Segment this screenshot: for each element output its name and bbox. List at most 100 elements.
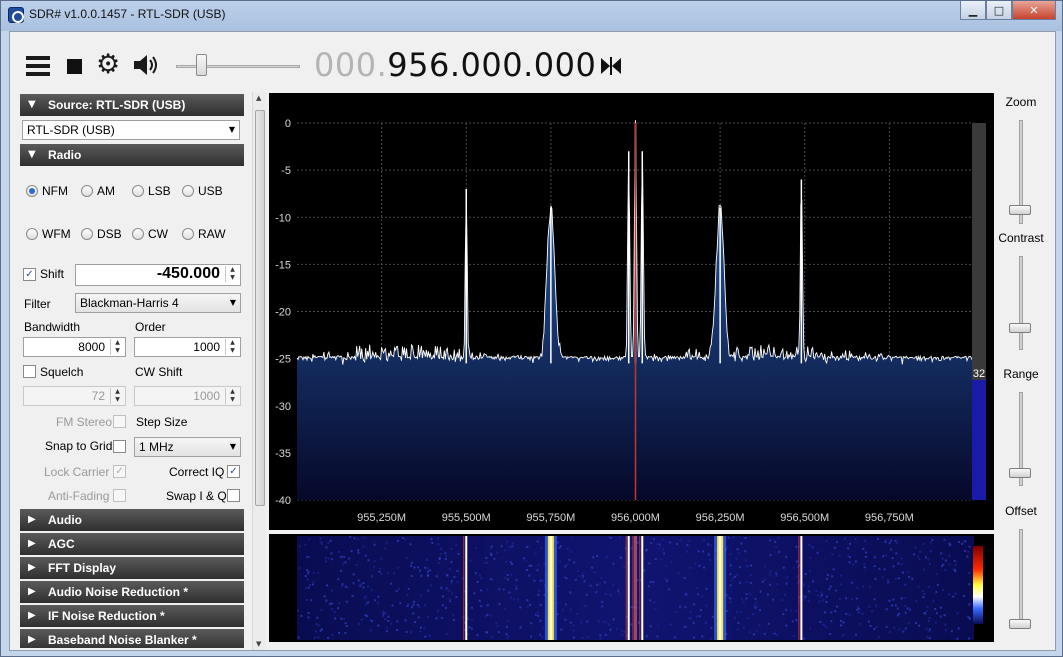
section-header-agc[interactable]: ▶ AGC — [20, 533, 244, 555]
contrast-slider-track[interactable] — [1019, 256, 1023, 350]
bandwidth-input[interactable]: 8000 ▲ ▼ — [23, 337, 126, 357]
mode-radio-raw[interactable] — [182, 228, 194, 240]
correct-iq-checkbox[interactable]: ✓ — [227, 465, 240, 478]
radio-section-header[interactable]: ▼ Radio — [20, 144, 244, 166]
waterfall-noise-pixel — [923, 568, 926, 571]
section-header-audio-noise-reduction[interactable]: ▶ Audio Noise Reduction * — [20, 581, 244, 603]
volume-slider-track[interactable] — [176, 65, 300, 68]
maximize-button[interactable]: □ — [986, 1, 1012, 20]
snap-to-grid-checkbox[interactable] — [113, 440, 126, 453]
waterfall-noise-pixel — [774, 545, 777, 548]
cw-shift-input[interactable]: 1000 ▲ ▼ — [134, 386, 241, 406]
stop-icon[interactable] — [67, 59, 82, 74]
mode-radio-am[interactable] — [81, 185, 93, 197]
frequency-display[interactable]: 000.956.000.000 — [314, 46, 596, 84]
waterfall-noise-pixel — [931, 538, 934, 541]
squelch-checkbox[interactable] — [23, 365, 36, 378]
waterfall-noise-pixel — [873, 598, 876, 601]
filter-select[interactable]: Blackman-Harris 4 ▼ — [75, 293, 241, 313]
anti-fading-checkbox[interactable] — [113, 489, 126, 502]
waterfall-noise-pixel — [538, 590, 541, 593]
panel-scrollbar[interactable]: ▲ ▼ — [252, 92, 266, 650]
scroll-down-arrow-icon[interactable]: ▼ — [256, 640, 261, 648]
waterfall-noise-pixel — [478, 574, 481, 577]
waterfall-noise-pixel — [884, 540, 887, 543]
waterfall-signal-center — [719, 536, 722, 640]
waterfall-noise-pixel — [318, 624, 321, 627]
scrollbar-thumb[interactable] — [255, 110, 265, 506]
spinner-arrows-icon[interactable]: ▲ ▼ — [110, 339, 124, 355]
mode-radio-lsb[interactable] — [132, 185, 144, 197]
frequency-main-digits[interactable]: 956.000.000 — [387, 46, 596, 84]
menu-icon[interactable] — [26, 56, 50, 76]
mode-radio-nfm[interactable] — [26, 185, 38, 197]
step-size-select[interactable]: 1 MHz ▼ — [134, 437, 241, 457]
waterfall-noise-pixel — [373, 599, 376, 602]
spinner-arrows-icon[interactable]: ▲ ▼ — [225, 388, 239, 404]
section-header-if-noise-reduction[interactable]: ▶ IF Noise Reduction * — [20, 605, 244, 627]
contrast-slider-thumb[interactable] — [1009, 323, 1031, 334]
offset-slider-track[interactable] — [1019, 529, 1023, 629]
waterfall-noise-pixel — [502, 588, 505, 591]
mode-radio-usb[interactable] — [182, 185, 194, 197]
section-header-baseband-noise-blanker[interactable]: ▶ Baseband Noise Blanker * — [20, 629, 244, 648]
waterfall-noise-pixel — [413, 600, 416, 603]
mode-radio-cw[interactable] — [132, 228, 144, 240]
frequency-dim-digits[interactable]: 000. — [314, 46, 387, 84]
section-header-fft-display[interactable]: ▶ FFT Display — [20, 557, 244, 579]
range-slider-thumb[interactable] — [1009, 467, 1031, 478]
shift-checkbox[interactable]: ✓ — [23, 268, 36, 281]
source-section-header[interactable]: ▼ Source: RTL-SDR (USB) — [20, 94, 244, 116]
waterfall-noise-pixel — [967, 550, 970, 553]
speaker-icon[interactable] — [132, 52, 160, 78]
source-device-select[interactable]: RTL-SDR (USB) ▼ — [22, 120, 240, 140]
waterfall-noise-pixel — [685, 625, 688, 628]
waterfall-noise-pixel — [768, 573, 771, 576]
mode-radio-wfm[interactable] — [26, 228, 38, 240]
spectrum-chart[interactable]: 0 -5 -10 -15 -20 -25 -30 -35 -40 955,250M 955,500M… — [269, 93, 994, 530]
close-button[interactable]: ✕ — [1012, 1, 1056, 20]
minimize-button[interactable]: ▁ — [960, 1, 986, 20]
waterfall-noise-pixel — [566, 547, 569, 550]
mode-label-wfm: WFM — [42, 227, 71, 241]
spinner-arrows-icon[interactable]: ▲ ▼ — [225, 339, 239, 355]
waterfall-noise-pixel — [516, 598, 519, 601]
scroll-up-arrow-icon[interactable]: ▲ — [256, 94, 261, 102]
waterfall-noise-pixel — [320, 628, 323, 631]
waterfall-noise-pixel — [431, 541, 434, 544]
lock-carrier-checkbox[interactable]: ✓ — [113, 465, 126, 478]
waterfall-noise-pixel — [819, 620, 822, 623]
spinner-arrows-icon[interactable]: ▲ ▼ — [110, 388, 124, 404]
squelch-input[interactable]: 72 ▲ ▼ — [23, 386, 126, 406]
waterfall-noise-pixel — [869, 585, 872, 588]
waterfall-noise-pixel — [485, 556, 488, 559]
mode-radio-dsb[interactable] — [81, 228, 93, 240]
waterfall-noise-pixel — [319, 537, 322, 540]
section-header-audio[interactable]: ▶ Audio — [20, 509, 244, 531]
zoom-slider-thumb[interactable] — [1009, 204, 1031, 215]
swap-iq-checkbox[interactable] — [227, 489, 240, 502]
waterfall-noise-pixel — [685, 550, 688, 553]
waterfall-noise-pixel — [667, 588, 670, 591]
waterfall-noise-pixel — [426, 570, 429, 573]
waterfall-chart[interactable] — [269, 534, 994, 642]
spectrum-display[interactable]: 0 -5 -10 -15 -20 -25 -30 -35 -40 955,250M 955,500M… — [269, 93, 994, 530]
center-tune-icon[interactable] — [600, 56, 622, 76]
fm-stereo-checkbox[interactable] — [113, 415, 126, 428]
volume-slider-thumb[interactable] — [196, 54, 207, 76]
waterfall-noise-pixel — [664, 564, 667, 567]
waterfall-noise-pixel — [669, 541, 672, 544]
waterfall-display[interactable] — [269, 534, 994, 642]
order-input[interactable]: 1000 ▲ ▼ — [134, 337, 241, 357]
shift-input[interactable]: -450.000 ▲ ▼ — [75, 264, 241, 286]
spinner-arrows-icon[interactable]: ▲ ▼ — [225, 266, 239, 282]
offset-slider-thumb[interactable] — [1009, 619, 1031, 629]
waterfall-noise-pixel — [841, 635, 844, 638]
waterfall-noise-pixel — [315, 623, 318, 626]
waterfall-noise-pixel — [886, 578, 889, 581]
waterfall-noise-pixel — [927, 620, 930, 623]
shift-label: Shift — [40, 267, 65, 281]
waterfall-noise-pixel — [353, 537, 356, 540]
waterfall-noise-pixel — [764, 565, 767, 568]
gear-icon[interactable]: ⚙ — [96, 50, 120, 80]
